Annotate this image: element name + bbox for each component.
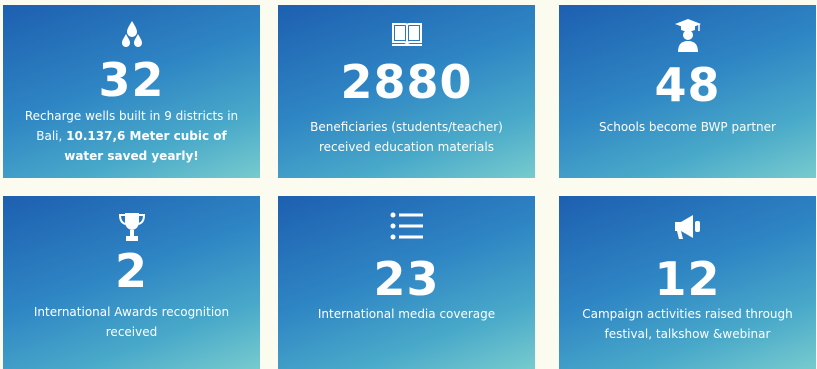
- stat-card-awards: 2 International Awards recognition recei…: [3, 196, 260, 369]
- stat-number: 12: [654, 252, 721, 306]
- graduate-icon: [559, 18, 816, 52]
- megaphone-icon: [559, 213, 816, 241]
- trophy-icon: [3, 211, 260, 243]
- stat-card-beneficiaries: 2880 Beneficiaries (students/teacher) re…: [278, 5, 535, 178]
- stat-number: 2: [114, 244, 148, 298]
- stat-description: International Awards recognition receive…: [33, 305, 230, 339]
- stat-card-recharge-wells: 32 Recharge wells built in 9 districts i…: [3, 5, 260, 178]
- water-drops-icon: [3, 20, 260, 50]
- stat-description-highlight: 10.137,6 Meter cubic of water saved year…: [64, 129, 227, 163]
- stat-description: Beneficiaries (students/teacher) receive…: [310, 120, 503, 154]
- list-icon: [278, 212, 535, 240]
- stat-card-media: 23 International media coverage: [278, 196, 535, 369]
- stat-description: Schools become BWP partner: [599, 120, 776, 134]
- stat-description: Campaign activities raised through festi…: [582, 307, 793, 341]
- stat-number: 23: [373, 252, 440, 306]
- stat-description: International media coverage: [317, 307, 496, 321]
- stat-number: 48: [654, 58, 721, 112]
- stat-card-schools: 48 Schools become BWP partner: [559, 5, 816, 178]
- stat-number: 2880: [340, 55, 473, 109]
- stat-card-campaigns: 12 Campaign activities raised through fe…: [559, 196, 816, 369]
- stat-description: Recharge wells built in 9 districts in B…: [17, 106, 246, 166]
- open-book-icon: [278, 21, 535, 47]
- stat-number: 32: [98, 53, 165, 107]
